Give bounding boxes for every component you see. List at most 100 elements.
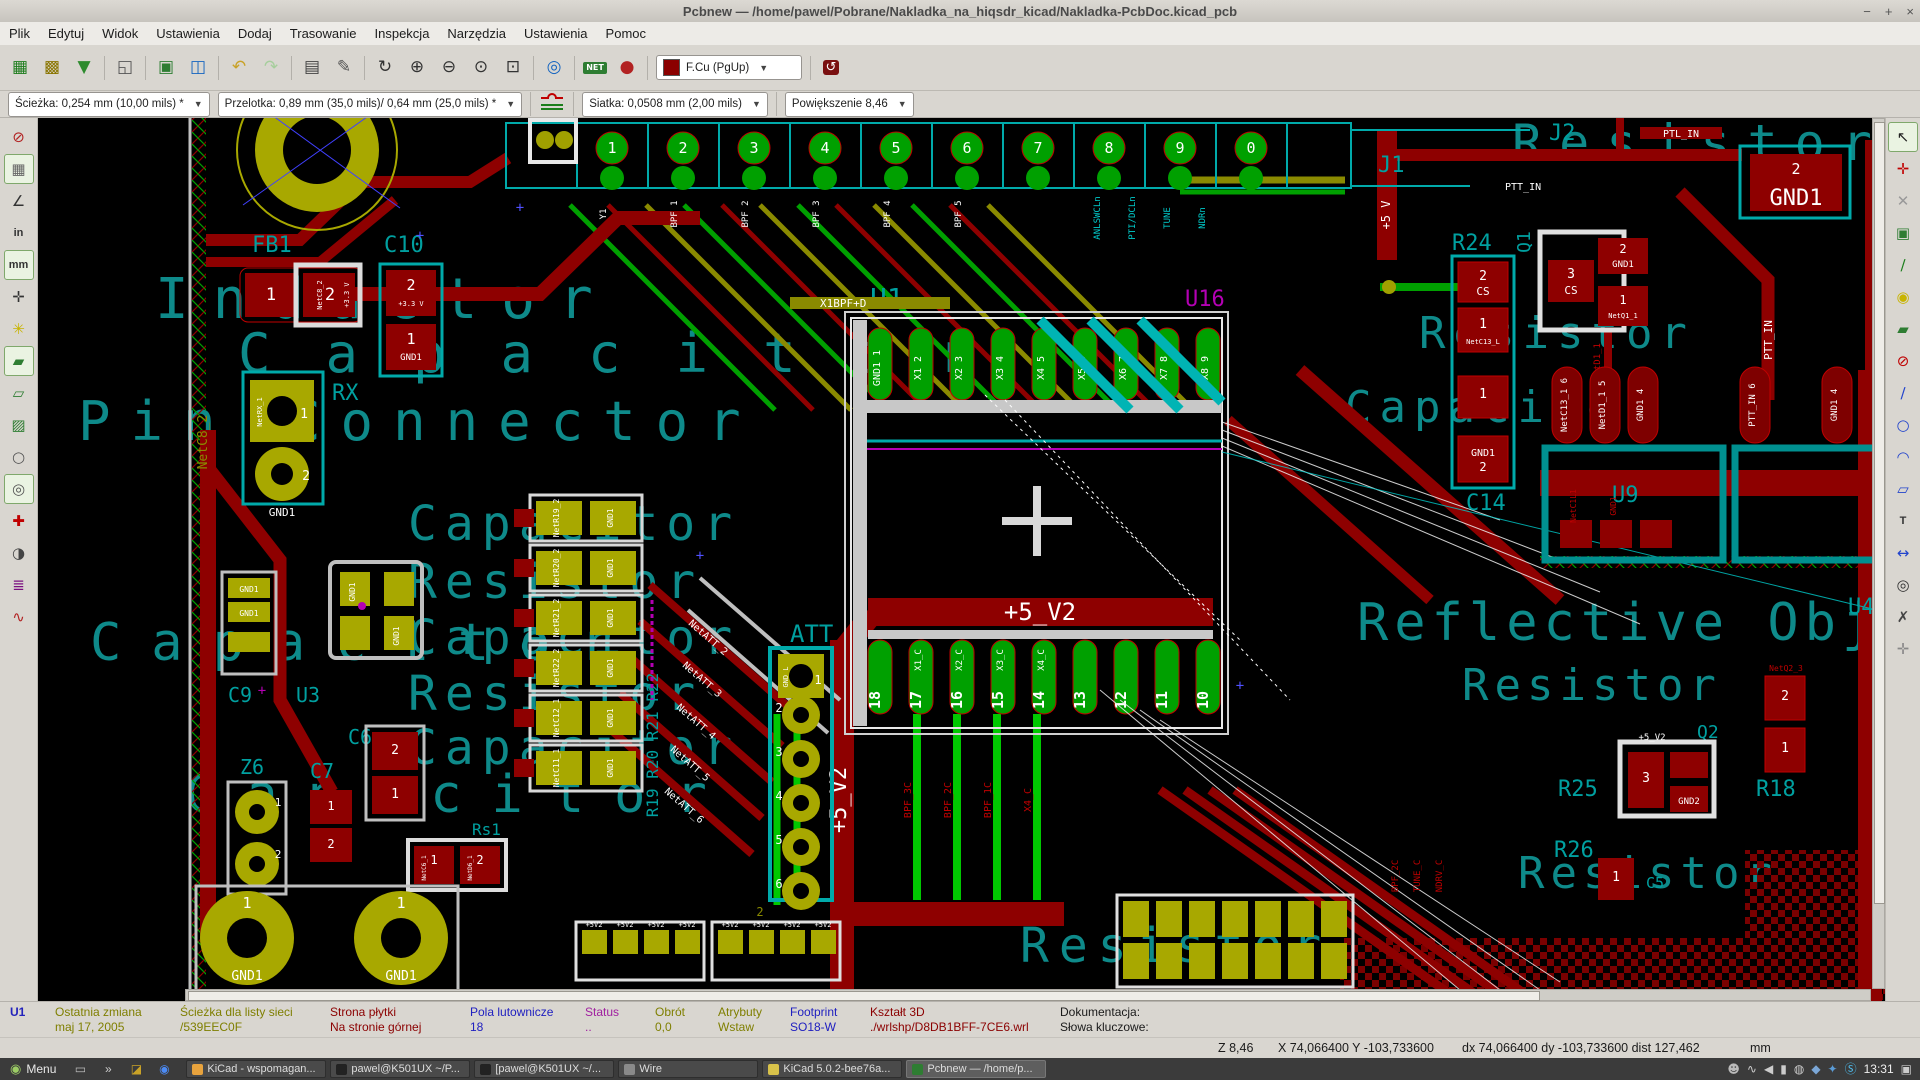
highlight-net-button[interactable]: ✛: [1888, 154, 1918, 184]
tracks-sketch-button[interactable]: ✚: [4, 506, 34, 536]
pcb-canvas[interactable]: ResistorResistorCapacitorInductorCapacit…: [38, 118, 1885, 1001]
footprint-editor-button[interactable]: ▣: [151, 53, 181, 83]
microwave-tool-button[interactable]: ↺: [816, 53, 846, 83]
footprint-viewer-button[interactable]: ◫: [183, 53, 213, 83]
update-icon[interactable]: ◍: [1794, 1063, 1804, 1075]
add-keepout-button[interactable]: ⊘: [1888, 346, 1918, 376]
open-board-button[interactable]: ▩: [37, 53, 67, 83]
volume-icon[interactable]: ◀: [1764, 1063, 1773, 1075]
skype-icon[interactable]: Ⓢ: [1845, 1063, 1857, 1075]
zones-outline-button[interactable]: ▱: [4, 378, 34, 408]
terminal-icon[interactable]: »: [96, 1060, 120, 1078]
menu-item-inspekcja[interactable]: Inspekcja: [366, 24, 439, 43]
print-button[interactable]: ▤: [297, 53, 327, 83]
netlist-button[interactable]: NET: [580, 53, 610, 83]
zoom-selection-button[interactable]: ⊡: [498, 53, 528, 83]
menu-item-widok[interactable]: Widok: [93, 24, 147, 43]
redo-button[interactable]: ↷: [256, 53, 286, 83]
files-icon[interactable]: ◪: [124, 1060, 148, 1078]
menu-item-narzędzia[interactable]: Narzędzia: [438, 24, 515, 43]
new-board-button[interactable]: ▦: [5, 53, 35, 83]
track-width-select[interactable]: Ścieżka: 0,254 mm (10,00 mils) * ▼: [8, 92, 210, 117]
bluetooth-icon[interactable]: ✦: [1828, 1063, 1838, 1075]
menu-item-pomoc[interactable]: Pomoc: [597, 24, 655, 43]
zoom-out-button[interactable]: ⊖: [434, 53, 464, 83]
zoom-fit-button[interactable]: ⊙: [466, 53, 496, 83]
vscroll-thumb[interactable]: [1874, 122, 1885, 904]
polar-coords-button[interactable]: ∠: [4, 186, 34, 216]
plot-button[interactable]: ✎: [329, 53, 359, 83]
add-footprint-button[interactable]: ▣: [1888, 218, 1918, 248]
taskbar-window-button[interactable]: KiCad 5.0.2-bee76a...: [762, 1060, 902, 1078]
zoom-in-button[interactable]: ⊕: [402, 53, 432, 83]
menu-item-ustawienia[interactable]: Ustawienia: [515, 24, 597, 43]
add-arc-button[interactable]: ◠: [1888, 442, 1918, 472]
grid-value: Siatka: 0,0508 mm (2,00 mils): [589, 98, 742, 110]
cursor-shape-button[interactable]: ✛: [4, 282, 34, 312]
horizontal-scrollbar[interactable]: [185, 989, 1871, 1001]
menu-item-ustawienia[interactable]: Ustawienia: [147, 24, 229, 43]
maximize-button[interactable]: +: [1885, 4, 1893, 19]
menu-item-trasowanie[interactable]: Trasowanie: [281, 24, 366, 43]
add-zone-button[interactable]: ▰: [1888, 314, 1918, 344]
add-text-button[interactable]: T: [1888, 506, 1918, 536]
taskbar-window-button[interactable]: KiCad - wspomagan...: [186, 1060, 326, 1078]
battery-icon[interactable]: ▮: [1780, 1063, 1787, 1075]
layers-manager-button[interactable]: ≣: [4, 570, 34, 600]
grid-select[interactable]: Siatka: 0,0508 mm (2,00 mils) ▼: [582, 92, 768, 117]
vertical-scrollbar[interactable]: [1872, 118, 1885, 989]
browser-icon[interactable]: ◉: [152, 1060, 176, 1078]
add-polygon-button[interactable]: ▱: [1888, 474, 1918, 504]
add-via-button[interactable]: ◉: [1888, 282, 1918, 312]
menu-item-plik[interactable]: Plik: [0, 24, 39, 43]
vias-sketch-button[interactable]: ◎: [4, 474, 34, 504]
minimize-button[interactable]: −: [1863, 4, 1871, 19]
taskbar-window-button[interactable]: Pcbnew — /home/p...: [906, 1060, 1046, 1078]
units-mm-button[interactable]: mm: [4, 250, 34, 280]
units-inches-button[interactable]: in: [4, 218, 34, 248]
menu-button[interactable]: ◉ Menu: [0, 1058, 66, 1080]
add-line-button[interactable]: ∕: [1888, 378, 1918, 408]
find-items-icon: ◎: [547, 59, 562, 76]
page-settings-button[interactable]: ◱: [110, 53, 140, 83]
shield-icon[interactable]: ◆: [1811, 1063, 1820, 1075]
user-icon[interactable]: ☻: [1727, 1063, 1740, 1075]
pads-sketch-button[interactable]: ○: [4, 442, 34, 472]
route-tracks-button[interactable]: ∕: [1888, 250, 1918, 280]
ratsnest-visibility-button[interactable]: ✳: [4, 314, 34, 344]
menu-item-dodaj[interactable]: Dodaj: [229, 24, 281, 43]
via-size-select[interactable]: Przelotka: 0,89 mm (35,0 mils)/ 0,64 mm …: [218, 92, 523, 117]
high-contrast-button[interactable]: ◑: [4, 538, 34, 568]
grid-visibility-button[interactable]: ▦: [4, 154, 34, 184]
add-circle-button[interactable]: ○: [1888, 410, 1918, 440]
zoom-selection-icon: ⊡: [506, 59, 520, 76]
grid-origin-button[interactable]: ✛: [1888, 634, 1918, 664]
taskbar-window-button[interactable]: [pawel@K501UX ~/...: [474, 1060, 614, 1078]
zones-hatch-button[interactable]: ▨: [4, 410, 34, 440]
title-bar[interactable]: Pcbnew — /home/pawel/Pobrane/Nakladka_na…: [0, 0, 1920, 23]
taskbar-window-button[interactable]: Wire: [618, 1060, 758, 1078]
close-button[interactable]: ×: [1906, 4, 1914, 19]
zoom-select[interactable]: Powiększenie 8,46 ▼: [785, 92, 914, 117]
local-ratsnest-button[interactable]: ✕: [1888, 186, 1918, 216]
pcb-canvas-svg[interactable]: ResistorResistorCapacitorInductorCapacit…: [38, 118, 1885, 1001]
add-dimension-button[interactable]: ↔: [1888, 538, 1918, 568]
drc-off-button[interactable]: ⊘: [4, 122, 34, 152]
wifi-icon[interactable]: ∿: [1747, 1063, 1757, 1075]
find-items-button[interactable]: ◎: [539, 53, 569, 83]
undo-button[interactable]: ↶: [224, 53, 254, 83]
show-desktop-icon[interactable]: ▭: [68, 1060, 92, 1078]
menu-item-edytuj[interactable]: Edytuj: [39, 24, 93, 43]
save-board-button[interactable]: ▼: [69, 53, 99, 83]
drc-button[interactable]: ●: [612, 53, 642, 83]
delete-items-button[interactable]: ✗: [1888, 602, 1918, 632]
hscroll-thumb[interactable]: [188, 991, 1540, 1001]
redraw-button[interactable]: ↻: [370, 53, 400, 83]
microwave-items-button[interactable]: ∿: [4, 602, 34, 632]
workspace-icon[interactable]: ▣: [1901, 1063, 1912, 1075]
zones-show-button[interactable]: ▰: [4, 346, 34, 376]
select-tool-button[interactable]: ↖: [1888, 122, 1918, 152]
taskbar-window-button[interactable]: pawel@K501UX ~/P...: [330, 1060, 470, 1078]
layer-selector[interactable]: F.Cu (PgUp) ▼: [656, 55, 802, 80]
drill-origin-button[interactable]: ◎: [1888, 570, 1918, 600]
